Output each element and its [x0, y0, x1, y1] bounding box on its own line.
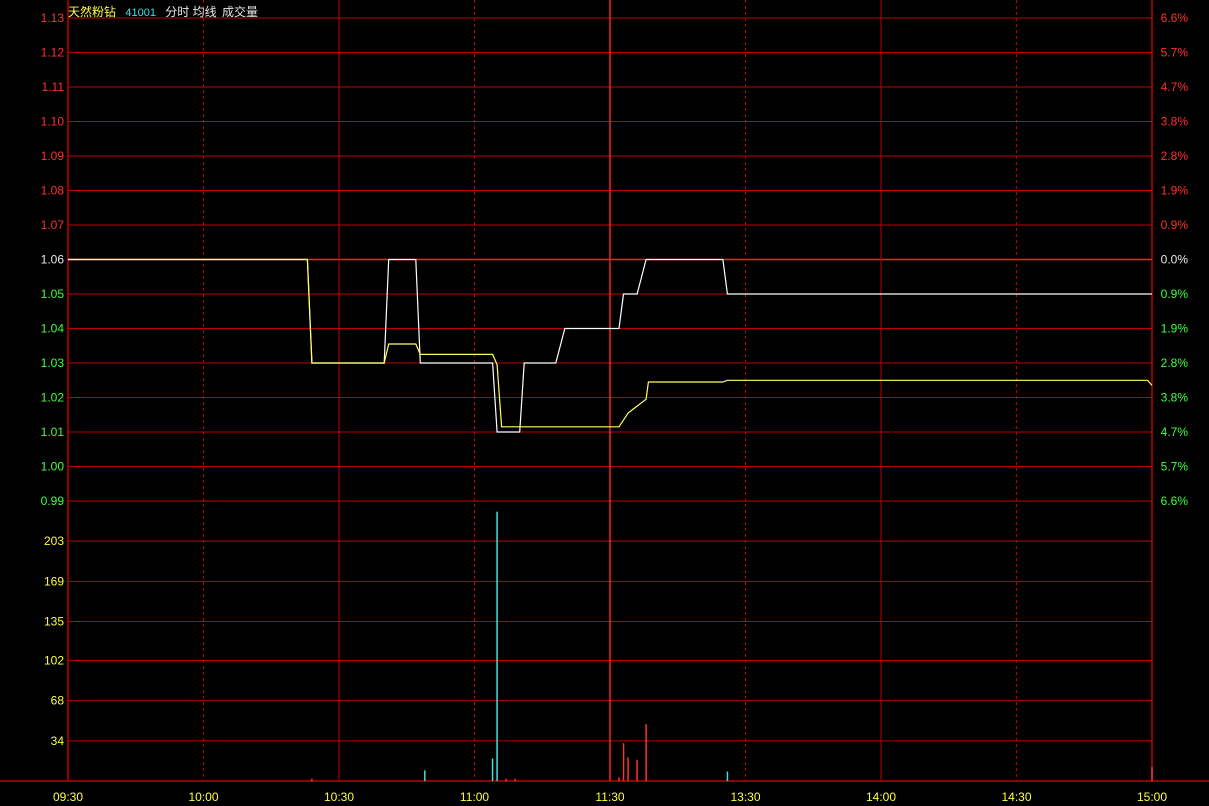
volume-tick-label: 34	[51, 734, 65, 748]
price-tick-label: 1.03	[41, 356, 65, 370]
pct-tick-label: 2.8%	[1161, 149, 1189, 163]
price-tick-label: 1.02	[41, 391, 65, 405]
intraday-chart: 1.13 6.6% 1.12 5.7% 1.11 4.7% 1.10 3.8% 1.09 2.8%…	[0, 0, 1209, 806]
time-tick-label: 10:30	[324, 790, 354, 804]
price-tick-label: 1.05	[41, 287, 65, 301]
time-tick-label: 09:30	[53, 790, 83, 804]
pct-tick-label: 5.7%	[1161, 460, 1189, 474]
pct-tick-label: 2.8%	[1161, 356, 1189, 370]
pct-tick-label: 1.9%	[1161, 184, 1189, 198]
time-tick-label: 11:30	[595, 790, 624, 804]
price-tick-label: 1.10	[41, 115, 65, 129]
pct-tick-label: 4.7%	[1161, 80, 1189, 94]
stock-code: 41001	[125, 7, 156, 19]
view-label: 分时	[165, 5, 190, 19]
pct-tick-label: 4.7%	[1161, 425, 1189, 439]
price-tick-label: 1.08	[41, 184, 65, 198]
chart-header: 天然粉钻 41001 分时 均线 成交量	[68, 3, 258, 20]
volume-label: 成交量	[222, 5, 259, 19]
pct-tick-label: 0.9%	[1161, 287, 1189, 301]
chart-background	[0, 0, 1209, 806]
price-tick-label: 1.11	[42, 80, 65, 94]
time-tick-label: 14:30	[1001, 790, 1031, 804]
volume-tick-label: 169	[44, 574, 64, 588]
pct-tick-label: 0.0%	[1161, 253, 1189, 267]
price-tick-label: 1.07	[41, 218, 65, 232]
time-tick-label: 10:00	[188, 790, 218, 804]
pct-tick-label: 3.8%	[1161, 391, 1189, 405]
price-tick-label: 1.06	[41, 253, 65, 267]
pct-tick-label: 5.7%	[1161, 46, 1189, 60]
pct-tick-label: 3.8%	[1161, 115, 1189, 129]
time-tick-label: 15:00	[1137, 790, 1167, 804]
pct-tick-label: 0.9%	[1161, 218, 1189, 232]
volume-tick-label: 68	[51, 694, 65, 708]
pct-tick-label: 6.6%	[1161, 11, 1189, 25]
time-tick-label: 11:00	[460, 790, 489, 804]
price-tick-label: 1.12	[41, 46, 65, 60]
volume-tick-label: 203	[44, 534, 64, 548]
volume-tick-label: 102	[44, 653, 64, 667]
stock-name: 天然粉钻	[68, 5, 117, 19]
pct-tick-label: 1.9%	[1161, 322, 1189, 336]
pct-tick-label: 6.6%	[1161, 494, 1189, 508]
price-tick-label: 0.99	[41, 494, 65, 508]
price-tick-label: 1.13	[41, 11, 65, 25]
price-tick-label: 1.09	[41, 149, 65, 163]
avg-line-label: 均线	[192, 5, 217, 19]
time-tick-label: 14:00	[866, 790, 896, 804]
price-tick-label: 1.04	[41, 322, 65, 336]
time-tick-label: 13:30	[730, 790, 760, 804]
volume-tick-label: 135	[44, 615, 64, 629]
price-tick-label: 1.00	[41, 460, 65, 474]
price-tick-label: 1.01	[41, 425, 65, 439]
